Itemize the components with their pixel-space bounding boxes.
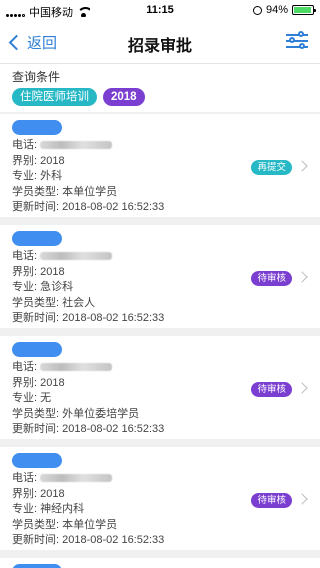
type-label: 学员类型: [12, 518, 60, 531]
major-value: 急诊科 [40, 281, 74, 293]
approval-list: 电话: 界别: 2018 专业: 外科 学员类型: 本单位学员 更新时间: 20… [0, 114, 320, 568]
type-value: 社会人 [62, 296, 96, 309]
query-chips: 住院医师培训 2018 [12, 88, 308, 106]
updated-row: 更新时间: 2018-08-02 16:52:33 [12, 533, 308, 549]
name-redacted [12, 342, 62, 357]
filter-button[interactable] [286, 31, 308, 51]
major-label: 专业: [12, 392, 38, 404]
query-conditions: 查询条件 住院医师培训 2018 [0, 64, 320, 112]
updated-row: 更新时间: 2018-08-02 16:52:33 [12, 422, 308, 438]
type-row: 学员类型: 本单位学员 [12, 185, 308, 201]
phone-redacted [40, 252, 113, 261]
list-item[interactable]: 电话: 界别: 2018 专业: 急诊科 学员类型: 社会人 更新时间: 201… [0, 225, 320, 328]
major-value: 神经内科 [40, 503, 85, 515]
phone-label: 电话: [12, 250, 38, 262]
updated-label: 更新时间: [12, 534, 60, 546]
navigation-bar: 返回 招录审批 [0, 20, 320, 64]
session-value: 2018 [40, 487, 65, 500]
type-label: 学员类型: [12, 407, 60, 420]
major-label: 专业: [12, 170, 38, 182]
type-label: 学员类型: [12, 296, 60, 309]
major-value: 无 [40, 392, 52, 404]
name-redacted [12, 231, 62, 246]
updated-value: 2018-08-02 16:52:33 [62, 423, 165, 435]
phone-redacted [40, 141, 113, 150]
name-redacted [12, 453, 62, 468]
session-label: 界别: [12, 265, 38, 278]
type-row: 学员类型: 本单位学员 [12, 518, 308, 534]
session-value: 2018 [40, 154, 65, 167]
session-label: 界别: [12, 154, 38, 167]
phone-label: 电话: [12, 361, 38, 373]
updated-label: 更新时间: [12, 312, 60, 324]
phone-redacted [40, 474, 113, 483]
type-row: 学员类型: 社会人 [12, 296, 308, 312]
battery-icon [292, 5, 316, 15]
major-value: 外科 [40, 170, 63, 182]
query-label: 查询条件 [12, 70, 61, 84]
phone-row: 电话: [12, 360, 308, 376]
major-label: 专业: [12, 281, 38, 293]
phone-row: 电话: [12, 249, 308, 265]
name-redacted [12, 564, 62, 568]
updated-row: 更新时间: 2018-08-02 16:52:33 [12, 311, 308, 327]
phone-row: 电话: [12, 138, 308, 154]
status-bar: 中国移动 11:15 94% [0, 0, 320, 20]
page-title: 招录审批 [127, 38, 192, 55]
filter-icon-knob [289, 37, 295, 43]
chip-year[interactable]: 2018 [103, 88, 145, 106]
filter-icon-knob [298, 31, 304, 37]
updated-label: 更新时间: [12, 201, 60, 213]
updated-value: 2018-08-02 16:52:33 [62, 201, 165, 213]
session-value: 2018 [40, 265, 65, 278]
type-row: 学员类型: 外单位委培学员 [12, 407, 308, 423]
phone-redacted [40, 363, 113, 372]
status-badge: 待审核 [251, 382, 292, 397]
updated-value: 2018-08-02 16:52:33 [62, 534, 165, 546]
filter-icon-line [286, 34, 308, 36]
chip-program[interactable]: 住院医师培训 [12, 88, 97, 106]
session-label: 界别: [12, 487, 38, 500]
status-badge: 再提交 [251, 160, 292, 175]
list-item[interactable] [0, 558, 320, 568]
phone-label: 电话: [12, 472, 38, 484]
name-redacted [12, 120, 62, 135]
session-value: 2018 [40, 376, 65, 389]
major-label: 专业: [12, 503, 38, 515]
type-value: 本单位学员 [62, 518, 118, 531]
status-right: 94% [252, 4, 316, 16]
battery-percent: 94% [265, 4, 288, 16]
updated-value: 2018-08-02 16:52:33 [62, 312, 165, 324]
updated-label: 更新时间: [12, 423, 60, 435]
phone-label: 电话: [12, 139, 38, 151]
updated-row: 更新时间: 2018-08-02 16:52:33 [12, 200, 308, 216]
type-value: 外单位委培学员 [62, 407, 140, 420]
status-badge: 待审核 [251, 493, 292, 508]
list-item[interactable]: 电话: 界别: 2018 专业: 神经内科 学员类型: 本单位学员 更新时间: … [0, 447, 320, 550]
phone-row: 电话: [12, 471, 308, 487]
status-badge: 待审核 [251, 271, 292, 286]
list-item[interactable]: 电话: 界别: 2018 专业: 无 学员类型: 外单位委培学员 更新时间: 2… [0, 336, 320, 439]
type-label: 学员类型: [12, 185, 60, 198]
filter-icon-knob [299, 43, 305, 49]
list-item[interactable]: 电话: 界别: 2018 专业: 外科 学员类型: 本单位学员 更新时间: 20… [0, 114, 320, 217]
type-value: 本单位学员 [62, 185, 118, 198]
alarm-icon [252, 5, 262, 15]
session-label: 界别: [12, 376, 38, 389]
